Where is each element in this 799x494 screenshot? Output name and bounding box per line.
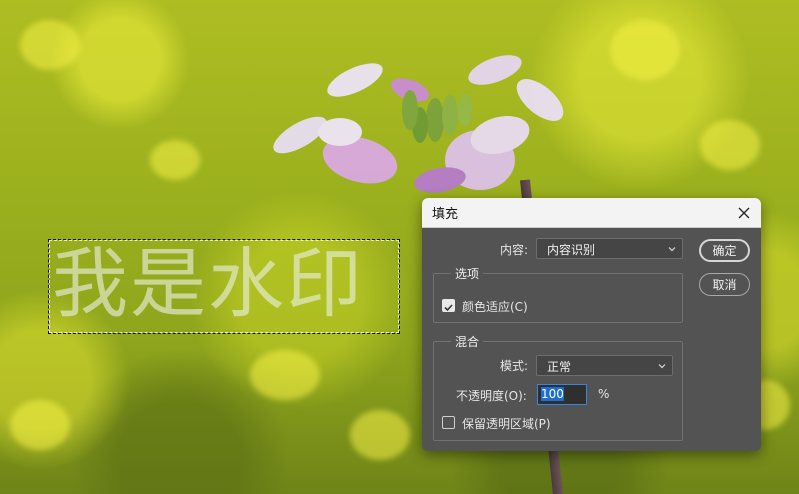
bokeh-highlight xyxy=(350,410,410,460)
fill-dialog: 填充 内容: 内容识别 选项 颜色适应(C) 混合 模式: 正常 不透明度(O)… xyxy=(422,198,761,451)
bokeh-highlight xyxy=(250,350,320,400)
color-adaptation-checkbox[interactable] xyxy=(442,299,455,312)
bokeh-highlight xyxy=(10,400,70,450)
bokeh-highlight xyxy=(700,120,760,170)
chevron-down-icon xyxy=(668,247,676,252)
contents-select-value: 内容识别 xyxy=(547,243,596,257)
bokeh-highlight xyxy=(610,20,680,80)
close-icon[interactable] xyxy=(735,204,753,222)
mode-label: 模式: xyxy=(500,359,529,373)
preserve-transparency-label[interactable]: 保留透明区域(P) xyxy=(462,415,551,432)
bokeh-highlight xyxy=(20,20,80,70)
dialog-title: 填充 xyxy=(432,207,459,222)
opacity-input-value: 100 xyxy=(541,387,564,401)
opacity-input[interactable]: 100 xyxy=(537,384,587,405)
cancel-button[interactable]: 取消 xyxy=(699,273,750,296)
opacity-label: 不透明度(O): xyxy=(456,389,527,403)
options-group-title: 选项 xyxy=(451,265,484,282)
color-adaptation-label[interactable]: 颜色适应(C) xyxy=(462,298,528,315)
mode-select-value: 正常 xyxy=(547,360,572,374)
preserve-transparency-checkbox[interactable] xyxy=(442,416,455,429)
blending-group-title: 混合 xyxy=(451,333,484,350)
dialog-titlebar[interactable]: 填充 xyxy=(422,198,761,228)
bokeh-highlight xyxy=(150,140,200,180)
ok-button[interactable]: 确定 xyxy=(699,239,750,262)
checkmark-icon xyxy=(444,304,453,312)
contents-select[interactable]: 内容识别 xyxy=(536,238,683,259)
watermark-text: 我是水印 xyxy=(52,239,364,328)
contents-label: 内容: xyxy=(500,243,529,257)
mode-select[interactable]: 正常 xyxy=(536,355,673,376)
chevron-down-icon xyxy=(658,364,666,369)
flower-cluster-image xyxy=(273,55,564,193)
opacity-unit: % xyxy=(598,387,610,401)
